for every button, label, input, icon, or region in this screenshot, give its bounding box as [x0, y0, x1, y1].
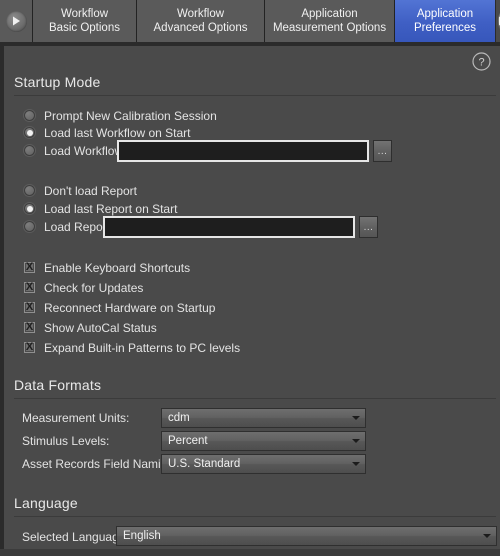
tab-application-preferences[interactable]: Application Preferences	[395, 0, 496, 42]
chevron-down-icon	[347, 439, 365, 443]
browse-workflow-button[interactable]: ...	[373, 140, 392, 162]
radio-label: Load Workflow:	[44, 143, 127, 158]
check-glyph: X	[25, 341, 34, 353]
radio-load-last-workflow-on-start[interactable]: Load last Workflow on Start	[24, 124, 191, 141]
section-title: Startup Mode	[14, 74, 101, 90]
radio-indicator	[24, 185, 35, 196]
section-language: Language	[14, 495, 496, 517]
radio-load-report[interactable]: Load Report:	[24, 218, 113, 235]
checkbox-label: Reconnect Hardware on Startup	[44, 300, 216, 315]
radio-indicator	[24, 203, 35, 214]
tab-label-line2: Measurement Options	[272, 22, 387, 34]
section-divider	[14, 516, 496, 517]
checkbox-enable-keyboard-shortcuts[interactable]: X Enable Keyboard Shortcuts	[24, 259, 190, 276]
nav-previous-button[interactable]	[0, 0, 33, 42]
radio-label: Load last Workflow on Start	[44, 125, 191, 140]
tab-label-line2: Preferences	[413, 22, 476, 34]
checkbox-indicator: X	[24, 301, 35, 313]
chevron-down-icon	[347, 416, 365, 420]
checkbox-show-autocal-status[interactable]: X Show AutoCal Status	[24, 319, 157, 336]
nav-next-button[interactable]	[496, 0, 500, 42]
load-report-input[interactable]	[103, 216, 355, 238]
radio-indicator	[24, 145, 35, 156]
browse-report-button[interactable]: ...	[359, 216, 378, 238]
radio-load-last-report-on-start[interactable]: Load last Report on Start	[24, 200, 177, 217]
combo-value: English	[123, 530, 161, 542]
chevron-down-icon	[478, 534, 496, 538]
tab-label-line1: Application	[416, 7, 474, 20]
tab-label-line1: Workflow	[60, 7, 109, 20]
section-divider	[14, 95, 496, 96]
label-selected-language: Selected Language	[22, 530, 126, 544]
radio-prompt-new-calibration-session[interactable]: Prompt New Calibration Session	[24, 107, 217, 124]
label-measurement-units: Measurement Units:	[22, 411, 130, 425]
radio-indicator	[24, 110, 35, 121]
preferences-panel: ? Startup Mode Prompt New Calibration Se…	[0, 46, 500, 556]
radio-indicator	[24, 127, 35, 138]
check-glyph: X	[25, 301, 34, 313]
tab-label-line1: Application	[301, 7, 358, 20]
check-glyph: X	[25, 261, 34, 273]
combo-value: cdm	[168, 412, 190, 424]
radio-label: Load last Report on Start	[44, 201, 178, 216]
label-stimulus-levels: Stimulus Levels:	[22, 434, 110, 448]
radio-load-workflow[interactable]: Load Workflow:	[24, 142, 126, 159]
tab-label-line1: Workflow	[176, 7, 225, 20]
section-data-formats: Data Formats	[14, 377, 496, 399]
check-glyph: X	[25, 321, 34, 333]
checkbox-indicator: X	[24, 321, 35, 333]
checkbox-expand-builtin-patterns[interactable]: X Expand Built-in Patterns to PC levels	[24, 339, 240, 356]
checkbox-label: Show AutoCal Status	[44, 320, 157, 335]
combo-measurement-units[interactable]: cdm	[161, 408, 366, 428]
tab-bar: Workflow Basic Options Workflow Advanced…	[0, 0, 500, 42]
load-workflow-input[interactable]	[117, 140, 369, 162]
checkbox-label: Check for Updates	[44, 280, 144, 295]
radio-dont-load-report[interactable]: Don't load Report	[24, 182, 137, 199]
radio-indicator	[24, 221, 35, 232]
section-divider	[14, 398, 496, 399]
svg-text:?: ?	[478, 56, 484, 68]
check-glyph: X	[25, 281, 34, 293]
tab-label-line2: Advanced Options	[153, 22, 248, 34]
checkbox-check-for-updates[interactable]: X Check for Updates	[24, 279, 143, 296]
checkbox-label: Enable Keyboard Shortcuts	[44, 260, 191, 275]
triangle-right-icon	[5, 10, 27, 32]
section-title: Data Formats	[14, 377, 102, 393]
combo-stimulus-levels[interactable]: Percent	[161, 431, 366, 451]
tab-application-measurement-options[interactable]: Application Measurement Options	[265, 0, 395, 42]
chevron-down-icon	[347, 462, 365, 466]
tab-label-line2: Basic Options	[49, 22, 120, 34]
checkbox-reconnect-hardware-on-startup[interactable]: X Reconnect Hardware on Startup	[24, 299, 215, 316]
combo-value: Percent	[168, 435, 208, 447]
window-bottom-strip	[0, 549, 500, 556]
checkbox-indicator: X	[24, 281, 35, 293]
section-title: Language	[14, 495, 78, 511]
combo-asset-records-field-naming[interactable]: U.S. Standard	[161, 454, 366, 474]
checkbox-indicator: X	[24, 261, 35, 273]
checkbox-label: Expand Built-in Patterns to PC levels	[44, 340, 241, 355]
checkbox-indicator: X	[24, 341, 35, 353]
combo-selected-language[interactable]: English	[116, 526, 497, 546]
combo-value: U.S. Standard	[168, 458, 241, 470]
radio-label: Don't load Report	[44, 183, 138, 198]
help-icon[interactable]: ?	[472, 52, 491, 71]
tab-workflow-advanced-options[interactable]: Workflow Advanced Options	[137, 0, 265, 42]
label-asset-records-field-naming: Asset Records Field Naming:	[22, 457, 178, 471]
radio-label: Prompt New Calibration Session	[44, 108, 217, 123]
tab-workflow-basic-options[interactable]: Workflow Basic Options	[33, 0, 137, 42]
section-startup-mode: Startup Mode	[14, 74, 496, 96]
